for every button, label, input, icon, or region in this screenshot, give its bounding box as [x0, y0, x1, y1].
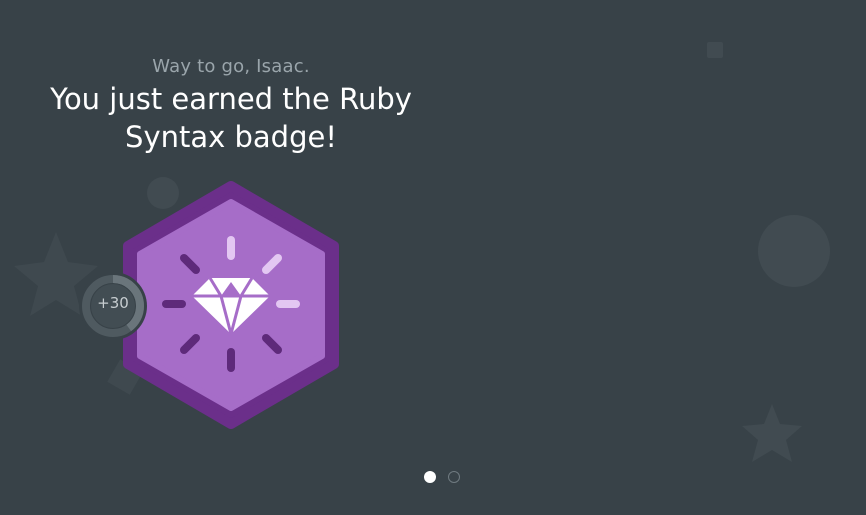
circle-decor-right: [758, 215, 830, 287]
pager: [424, 471, 460, 483]
pager-dot-1[interactable]: [424, 471, 436, 483]
star-decor-right: [742, 404, 802, 462]
badge-earned-headline: You just earned the Ruby Syntax badge!: [50, 82, 412, 154]
points-label: +30: [97, 294, 129, 312]
square-decor-top-right: [707, 42, 723, 58]
badge-earned-screen: Way to go, Isaac. You just earned the Ru…: [0, 0, 866, 515]
greeting-text: Way to go, Isaac.: [152, 56, 310, 77]
pager-dot-2[interactable]: [448, 471, 460, 483]
